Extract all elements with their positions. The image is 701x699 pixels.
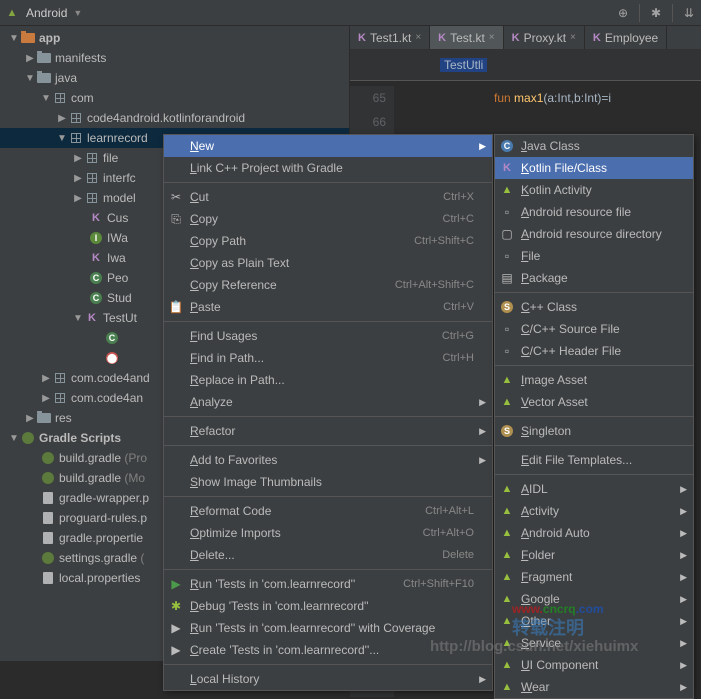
android-icon: ▲ (4, 5, 20, 21)
menu-item-reformat-code[interactable]: Reformat CodeCtrl+Alt+L (164, 500, 492, 522)
breadcrumb[interactable]: TestUtli (440, 58, 487, 72)
menu-item-aidl[interactable]: ▲AIDL▶ (495, 478, 693, 500)
menu-item-cut[interactable]: ✂CutCtrl+X (164, 186, 492, 208)
menu-item-delete-[interactable]: Delete...Delete (164, 544, 492, 566)
menu-item-android-resource-file[interactable]: ▫Android resource file (495, 201, 693, 223)
menu-item-find-in-path-[interactable]: Find in Path...Ctrl+H (164, 347, 492, 369)
gear-icon[interactable]: ✱ (648, 5, 664, 21)
menu-item-service[interactable]: ▲Service▶ (495, 632, 693, 654)
menu-item-android-auto[interactable]: ▲Android Auto▶ (495, 522, 693, 544)
menu-item-refactor[interactable]: Refactor▶ (164, 420, 492, 442)
menu-item-analyze[interactable]: Analyze▶ (164, 391, 492, 413)
menu-item-wear[interactable]: ▲Wear▶ (495, 676, 693, 698)
tab-test1[interactable]: KTest1.kt× (350, 26, 430, 49)
tree-node-com[interactable]: ▼com (0, 88, 349, 108)
menu-item-file[interactable]: ▫File (495, 245, 693, 267)
menu-item-local-history[interactable]: Local History▶ (164, 668, 492, 690)
menu-item-vector-asset[interactable]: ▲Vector Asset (495, 391, 693, 413)
menu-item-replace-in-path-[interactable]: Replace in Path... (164, 369, 492, 391)
menu-item-link-c-project-with-gradle[interactable]: Link C++ Project with Gradle (164, 157, 492, 179)
menu-item-copy[interactable]: ⎘CopyCtrl+C (164, 208, 492, 230)
menu-item-package[interactable]: ▤Package (495, 267, 693, 289)
menu-item-new[interactable]: New▶ (164, 135, 492, 157)
menu-item-run-tests-in-com-learnrecord-[interactable]: ▶Run 'Tests in 'com.learnrecord''Ctrl+Sh… (164, 573, 492, 595)
menu-item-google[interactable]: ▲Google▶ (495, 588, 693, 610)
menu-item-folder[interactable]: ▲Folder▶ (495, 544, 693, 566)
menu-item-c-c-header-file[interactable]: ▫C/C++ Header File (495, 340, 693, 362)
menu-item-run-tests-in-com-learnrecord-w[interactable]: ▶Run 'Tests in 'com.learnrecord'' with C… (164, 617, 492, 639)
menu-item-optimize-imports[interactable]: Optimize ImportsCtrl+Alt+O (164, 522, 492, 544)
editor-tabs: KTest1.kt× KTest.kt× KProxy.kt× KEmploye… (350, 26, 701, 50)
tab-employee[interactable]: KEmployee (585, 26, 667, 49)
tree-node-java[interactable]: ▼java (0, 68, 349, 88)
menu-item-c-class[interactable]: SC++ Class (495, 296, 693, 318)
close-icon[interactable]: × (570, 32, 576, 43)
menu-item-copy-as-plain-text[interactable]: Copy as Plain Text (164, 252, 492, 274)
menu-item-copy-path[interactable]: Copy PathCtrl+Shift+C (164, 230, 492, 252)
menu-item-fragment[interactable]: ▲Fragment▶ (495, 566, 693, 588)
menu-item-paste[interactable]: 📋PasteCtrl+V (164, 296, 492, 318)
menu-item-c-c-source-file[interactable]: ▫C/C++ Source File (495, 318, 693, 340)
menu-item-find-usages[interactable]: Find UsagesCtrl+G (164, 325, 492, 347)
tree-node-manifests[interactable]: ▶manifests (0, 48, 349, 68)
line-number: 65 (350, 86, 386, 110)
settings-icon[interactable]: ⊕ (615, 5, 631, 21)
toolbar: ▲ Android ▼ ⊕ ✱ ⇊ (0, 0, 701, 26)
menu-item-add-to-favorites[interactable]: Add to Favorites▶ (164, 449, 492, 471)
menu-item-image-asset[interactable]: ▲Image Asset (495, 369, 693, 391)
project-dropdown[interactable]: Android (26, 6, 67, 20)
collapse-icon[interactable]: ⇊ (681, 5, 697, 21)
menu-item-create-tests-in-com-learnrecor[interactable]: ▶Create 'Tests in 'com.learnrecord''... (164, 639, 492, 661)
menu-item-ui-component[interactable]: ▲UI Component▶ (495, 654, 693, 676)
menu-item-activity[interactable]: ▲Activity▶ (495, 500, 693, 522)
menu-item-show-image-thumbnails[interactable]: Show Image Thumbnails (164, 471, 492, 493)
tree-node-app[interactable]: ▼app (0, 28, 349, 48)
new-submenu: CJava ClassKKotlin File/Class▲Kotlin Act… (494, 134, 694, 699)
menu-item-kotlin-activity[interactable]: ▲Kotlin Activity (495, 179, 693, 201)
context-menu: New▶Link C++ Project with Gradle ✂CutCtrl… (163, 134, 493, 691)
tab-proxy[interactable]: KProxy.kt× (504, 26, 585, 49)
tab-test[interactable]: KTest.kt× (430, 26, 503, 49)
dropdown-arrow-icon: ▼ (73, 8, 82, 18)
menu-item-android-resource-directory[interactable]: ▢Android resource directory (495, 223, 693, 245)
close-icon[interactable]: × (489, 32, 495, 43)
menu-item-java-class[interactable]: CJava Class (495, 135, 693, 157)
menu-item-debug-tests-in-com-learnrecord[interactable]: ✱Debug 'Tests in 'com.learnrecord'' (164, 595, 492, 617)
menu-item-kotlin-file-class[interactable]: KKotlin File/Class (495, 157, 693, 179)
close-icon[interactable]: × (415, 32, 421, 43)
menu-item-singleton[interactable]: SSingleton (495, 420, 693, 442)
line-number: 66 (350, 110, 386, 134)
tree-node-pkg[interactable]: ▶code4android.kotlinforandroid (0, 108, 349, 128)
menu-item-edit-file-templates-[interactable]: Edit File Templates... (495, 449, 693, 471)
menu-item-other[interactable]: ▲Other▶ (495, 610, 693, 632)
menu-item-copy-reference[interactable]: Copy ReferenceCtrl+Alt+Shift+C (164, 274, 492, 296)
